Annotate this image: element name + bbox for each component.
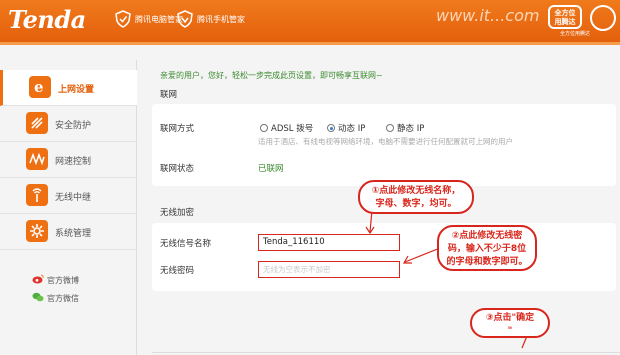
annotation-3-line1: ③点击"确定 xyxy=(485,313,535,323)
internet-panel: 联网方式 ADSL 拨号 动态 IP 静态 IP 适用于酒店、有线电视等网络环境… xyxy=(152,104,616,186)
footer-divider xyxy=(152,352,620,353)
wechat-label: 官方微信 xyxy=(47,293,79,303)
sidebar-item-label: 网速控制 xyxy=(55,157,92,167)
radio-dynamic-ip[interactable]: 动态 IP xyxy=(327,122,365,134)
sidebar-item-repeater[interactable]: 无线中继 xyxy=(0,178,137,214)
internet-status-label: 联网状态 xyxy=(160,164,195,174)
greeting-text: 亲爱的用户，您好，轻松一步完成此页设置，即可畅享互联网~ xyxy=(160,71,383,80)
gear-icon xyxy=(26,220,48,242)
sidebar-item-speed[interactable]: 网速控制 xyxy=(0,142,137,178)
sidebar-item-label: 无线中继 xyxy=(55,193,92,203)
radio-static-ip-label: 静态 IP xyxy=(397,124,425,134)
annotation-3-line2: " xyxy=(507,326,513,336)
annotation-1-line1: ①点此修改无线名称， xyxy=(371,186,461,196)
internet-mode-hint: 适用于酒店、有线电视等网络环境，电脑不需要进行任何配置就可上网的用户 xyxy=(258,137,513,146)
password-label: 无线密码 xyxy=(160,266,195,276)
annotation-2: ②点此修改无线密 码，输入不少于8位 的字母和数字即可。 xyxy=(437,225,537,271)
password-input[interactable]: 无线为空表示不加密 xyxy=(258,261,400,278)
phone-manager-shield-icon xyxy=(176,10,194,28)
phone-manager-label: 腾讯手机管家 xyxy=(197,14,245,24)
radio-static-ip-circle[interactable] xyxy=(386,124,394,132)
sidebar-item-internet[interactable]: e 上网设置 xyxy=(0,70,137,106)
sidebar-item-label: 上网设置 xyxy=(58,85,95,95)
watermark-circle-icon xyxy=(590,5,616,31)
internet-e-icon: e xyxy=(29,76,51,98)
wireless-section-title: 无线加密 xyxy=(160,208,195,218)
ssid-input[interactable]: Tenda_116110 xyxy=(258,234,400,251)
internet-status-value: 已联网 xyxy=(258,164,284,174)
phone-manager-link[interactable]: 腾讯手机管家 xyxy=(176,10,245,28)
pc-manager-link[interactable]: 腾讯电脑管家 xyxy=(114,10,183,28)
annotation-1-line2: 字母、数字，均可。 xyxy=(375,199,457,209)
annotation-1: ①点此修改无线名称， 字母、数字，均可。 xyxy=(358,180,474,214)
site-watermark: www.it...com xyxy=(436,6,540,25)
watermark-badge: 全方位 用腾达 xyxy=(548,5,582,29)
sidebar-item-security[interactable]: 安全防护 xyxy=(0,106,137,142)
sidebar-item-label: 系统管理 xyxy=(55,229,92,239)
annotation-2-line2: 码，输入不少于8位 xyxy=(447,244,527,254)
radio-adsl-label: ADSL 拨号 xyxy=(271,124,314,134)
speed-wave-icon xyxy=(26,148,48,170)
sidebar: e 上网设置 安全防护 网速控制 无线中继 系统管理 官方微博 官方微信 xyxy=(0,60,137,355)
annotation-2-line3: 的字母和数字即可。 xyxy=(446,257,528,267)
wechat-link[interactable]: 官方微信 xyxy=(32,292,79,304)
svg-text:e: e xyxy=(34,79,44,95)
tenda-logo: Tenda xyxy=(8,5,86,34)
radio-static-ip[interactable]: 静态 IP xyxy=(386,122,424,134)
weibo-link[interactable]: 官方微博 xyxy=(32,274,79,286)
weibo-icon xyxy=(32,274,44,286)
radio-dynamic-ip-label: 动态 IP xyxy=(338,124,366,134)
radio-adsl[interactable]: ADSL 拨号 xyxy=(260,122,313,134)
pc-manager-shield-icon xyxy=(114,10,132,28)
shield-stripes-icon xyxy=(26,112,48,134)
radio-dynamic-ip-circle[interactable] xyxy=(327,124,335,132)
sidebar-item-label: 安全防护 xyxy=(55,121,92,131)
header-accent-line xyxy=(0,42,620,45)
annotation-2-line1: ②点此修改无线密 xyxy=(451,231,523,241)
weibo-label: 官方微博 xyxy=(47,275,79,285)
annotation-3: ③点击"确定 " xyxy=(470,308,550,338)
ssid-label: 无线信号名称 xyxy=(160,239,212,249)
top-header: Tenda 腾讯电脑管家 腾讯手机管家 www.it...com 全方位 用腾达 … xyxy=(0,0,620,42)
watermark-sub: 全方位用腾达 xyxy=(560,31,591,37)
wireless-panel: 无线信号名称 Tenda_116110 无线密码 无线为空表示不加密 xyxy=(152,223,616,291)
sidebar-item-system[interactable]: 系统管理 xyxy=(0,214,137,250)
wifi-tower-icon xyxy=(26,184,48,206)
internet-mode-label: 联网方式 xyxy=(160,124,195,134)
radio-adsl-circle[interactable] xyxy=(260,124,268,132)
internet-section-title: 联网 xyxy=(160,90,178,100)
wechat-icon xyxy=(32,292,44,304)
